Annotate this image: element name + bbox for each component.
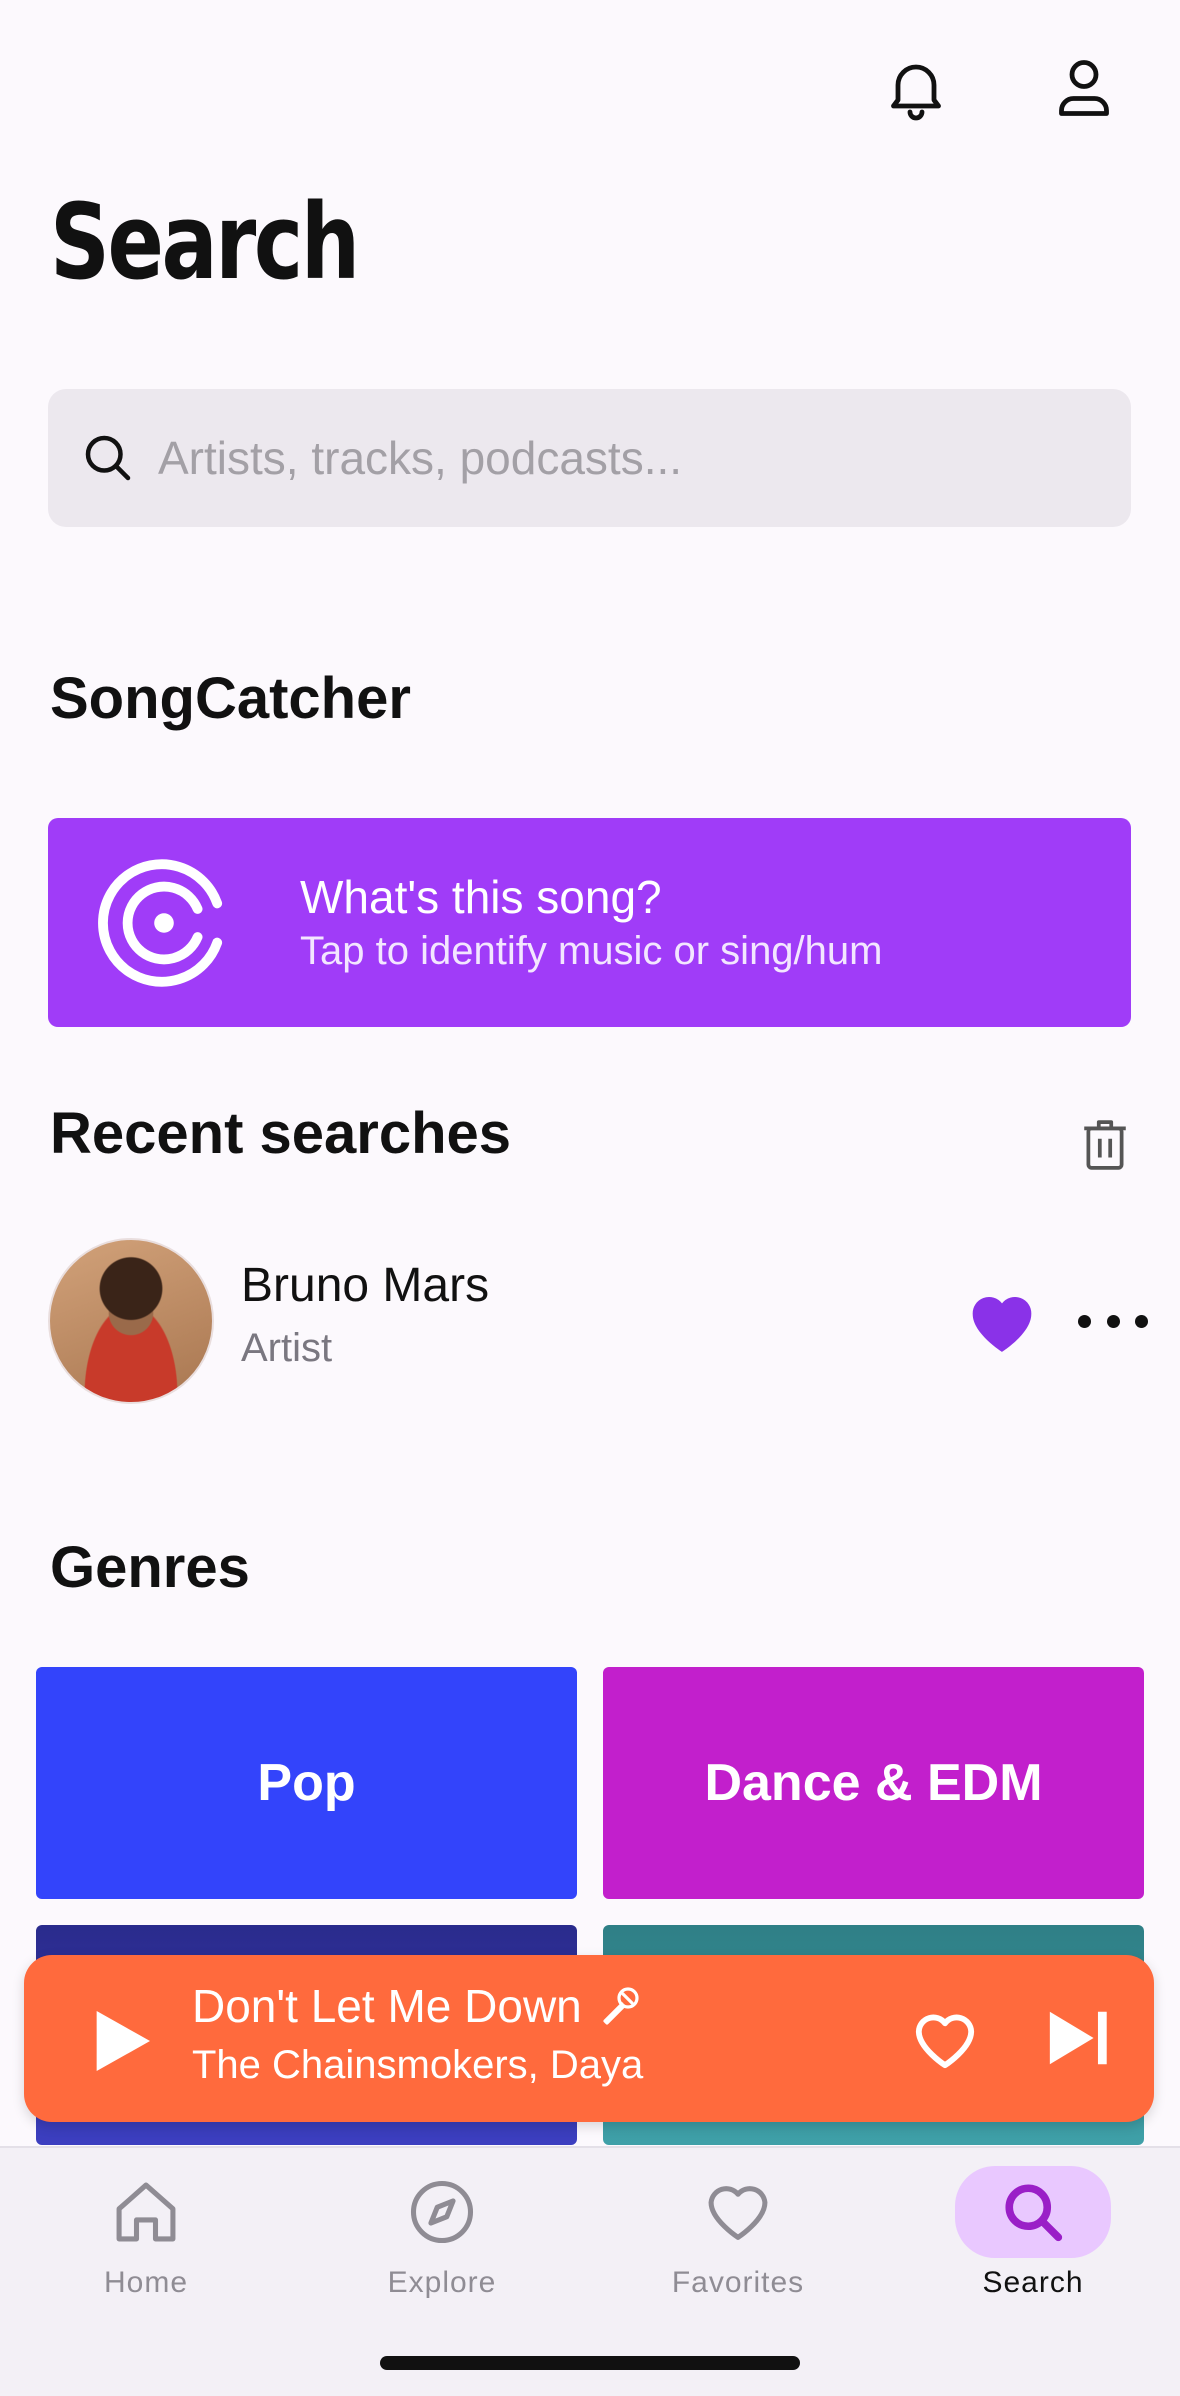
genre-label: Pop (257, 1754, 356, 1812)
genre-tile-dance-edm[interactable]: Dance & EDM (603, 1667, 1144, 1899)
now-playing-title-row: Don't Let Me Down (192, 1979, 644, 2033)
skip-next-icon[interactable] (1044, 2001, 1114, 2075)
home-icon (116, 2182, 176, 2242)
page-title: Search (50, 181, 360, 303)
search-icon (1005, 2184, 1063, 2242)
songcatcher-button[interactable]: What's this song? Tap to identify music … (48, 818, 1131, 1027)
now-playing-bar[interactable]: Don't Let Me Down The Chainsmokers, Daya (24, 1955, 1154, 2122)
songcatcher-title: What's this song? (300, 870, 662, 923)
microphone-icon[interactable] (596, 1982, 644, 2030)
bell-icon[interactable] (876, 48, 956, 128)
songcatcher-icon (98, 858, 223, 987)
genre-tile-pop[interactable]: Pop (36, 1667, 577, 1899)
recent-item-type: Artist (241, 1326, 333, 1370)
now-playing-artist: The Chainsmokers, Daya (192, 2043, 644, 2087)
songcatcher-section-title: SongCatcher (50, 666, 411, 731)
user-icon[interactable] (1044, 48, 1124, 128)
avatar (48, 1238, 214, 1404)
search-input[interactable] (158, 431, 1058, 485)
recent-item-name: Bruno Mars (241, 1259, 490, 1312)
home-indicator (380, 2356, 800, 2370)
tab-explore[interactable]: Explore (357, 2174, 527, 2300)
list-item[interactable]: Bruno Mars Artist (48, 1238, 1148, 1408)
genres-title: Genres (50, 1535, 250, 1600)
heart-filled-icon[interactable] (965, 1286, 1039, 1356)
heart-icon[interactable] (910, 2007, 980, 2071)
genre-label: Dance & EDM (704, 1754, 1043, 1812)
recent-searches-title: Recent searches (50, 1101, 512, 1166)
tab-home[interactable]: Home (61, 2174, 231, 2300)
trash-icon[interactable] (1080, 1118, 1130, 1172)
more-options-icon[interactable] (1078, 1296, 1148, 1346)
songcatcher-subtitle: Tap to identify music or sing/hum (300, 928, 883, 973)
search-icon (85, 435, 131, 481)
play-icon[interactable] (80, 2001, 160, 2081)
search-bar[interactable] (48, 389, 1131, 527)
compass-icon (410, 2180, 474, 2244)
tab-label: Explore (387, 2266, 497, 2299)
now-playing-title: Don't Let Me Down (192, 1980, 582, 2032)
tab-favorites[interactable]: Favorites (653, 2174, 823, 2300)
tab-label: Home (103, 2266, 189, 2299)
tab-search[interactable]: Search (955, 2166, 1111, 2300)
tab-label: Favorites (671, 2266, 805, 2299)
heart-icon (708, 2186, 768, 2240)
tab-label: Search (982, 2266, 1084, 2299)
